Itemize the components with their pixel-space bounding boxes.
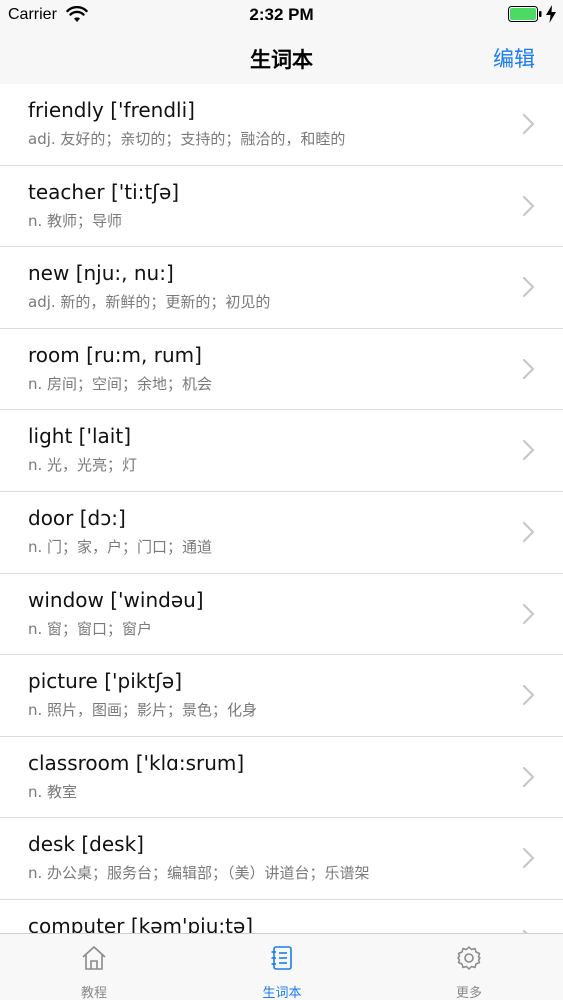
charging-bolt-icon bbox=[546, 5, 556, 23]
word-title: room [ru:m, rum] bbox=[28, 342, 202, 367]
home-icon bbox=[82, 946, 106, 970]
navigation-bar: 生词本 编辑 bbox=[0, 30, 563, 84]
list-item[interactable]: door [dɔ:] n. 门；家，户；门口；通道 bbox=[0, 492, 563, 574]
chevron-right-icon bbox=[522, 277, 535, 298]
word-meaning: n. 窗；窗口；窗户 bbox=[28, 619, 153, 638]
word-title: door [dɔ:] bbox=[28, 505, 126, 530]
edit-button[interactable]: 编辑 bbox=[493, 43, 535, 73]
tab-tutorial[interactable]: 教程 bbox=[0, 934, 188, 1000]
chevron-right-icon bbox=[522, 685, 535, 706]
word-meaning: n. 办公桌；服务台；编辑部；（美）讲道台；乐谱架 bbox=[28, 864, 370, 883]
clock: 2:32 PM bbox=[249, 5, 314, 24]
chevron-right-icon bbox=[522, 440, 535, 461]
list-item[interactable]: new [nju:, nu:] adj. 新的，新鲜的；更新的；初见的 bbox=[0, 247, 563, 329]
tab-vocabulary[interactable]: 生词本 bbox=[188, 934, 376, 1000]
word-title: new [nju:, nu:] bbox=[28, 261, 174, 286]
word-list[interactable]: friendly ['frendli] adj. 友好的；亲切的；支持的；融洽的… bbox=[0, 84, 563, 933]
word-meaning: n. 光，光亮；灯 bbox=[28, 456, 138, 475]
chevron-right-icon bbox=[522, 195, 535, 216]
notebook-icon bbox=[271, 946, 292, 970]
word-title: picture ['piktʃə] bbox=[28, 669, 183, 694]
word-title: light ['lait] bbox=[28, 424, 131, 449]
chevron-right-icon bbox=[522, 848, 535, 869]
word-title: window ['windəu] bbox=[28, 587, 204, 612]
chevron-right-icon bbox=[522, 358, 535, 379]
word-meaning: n. 门；家，户；门口；通道 bbox=[28, 537, 213, 556]
tab-label: 教程 bbox=[80, 986, 107, 1000]
word-meaning: n. 房间；空间；余地；机会 bbox=[28, 374, 213, 393]
gear-icon bbox=[457, 946, 481, 970]
word-meaning: n. 教师；导师 bbox=[28, 211, 123, 230]
chevron-right-icon bbox=[522, 603, 535, 624]
tab-label: 更多 bbox=[455, 986, 482, 1000]
word-title: classroom ['klɑ:srum] bbox=[28, 750, 245, 775]
list-item[interactable]: computer [kəm'pju:tə] bbox=[0, 900, 563, 933]
word-title: teacher ['ti:tʃə] bbox=[28, 179, 180, 204]
list-item[interactable]: friendly ['frendli] adj. 友好的；亲切的；支持的；融洽的… bbox=[0, 84, 563, 166]
list-item[interactable]: room [ru:m, rum] n. 房间；空间；余地；机会 bbox=[0, 329, 563, 411]
status-bar: Carrier 2:32 PM bbox=[0, 0, 563, 30]
chevron-right-icon bbox=[522, 766, 535, 787]
word-meaning: adj. 友好的；亲切的；支持的；融洽的，和睦的 bbox=[28, 130, 346, 148]
tab-more[interactable]: 更多 bbox=[375, 934, 563, 1000]
word-title: computer [kəm'pju:tə] bbox=[28, 913, 254, 933]
chevron-right-icon bbox=[522, 521, 535, 543]
page-title: 生词本 bbox=[250, 48, 313, 72]
word-meaning: n. 照片，图画；影片；景色；化身 bbox=[28, 701, 258, 720]
tab-bar: 教程 生词本 更多 bbox=[0, 933, 563, 1000]
word-title: friendly ['frendli] bbox=[28, 98, 195, 122]
word-meaning: adj. 新的，新鲜的；更新的；初见的 bbox=[28, 293, 271, 312]
list-item[interactable]: light ['lait] n. 光，光亮；灯 bbox=[0, 410, 563, 492]
list-item[interactable]: picture ['piktʃə] n. 照片，图画；影片；景色；化身 bbox=[0, 655, 563, 737]
chevron-right-icon bbox=[522, 113, 535, 135]
word-title: desk [desk] bbox=[28, 832, 144, 857]
battery-icon bbox=[508, 6, 542, 22]
list-item[interactable]: classroom ['klɑ:srum] n. 教室 bbox=[0, 737, 563, 819]
list-item[interactable]: teacher ['ti:tʃə] n. 教师；导师 bbox=[0, 166, 563, 248]
tab-label: 生词本 bbox=[262, 986, 302, 1000]
list-item[interactable]: window ['windəu] n. 窗；窗口；窗户 bbox=[0, 574, 563, 656]
list-item[interactable]: desk [desk] n. 办公桌；服务台；编辑部；（美）讲道台；乐谱架 bbox=[0, 818, 563, 900]
word-meaning: n. 教室 bbox=[28, 782, 78, 801]
